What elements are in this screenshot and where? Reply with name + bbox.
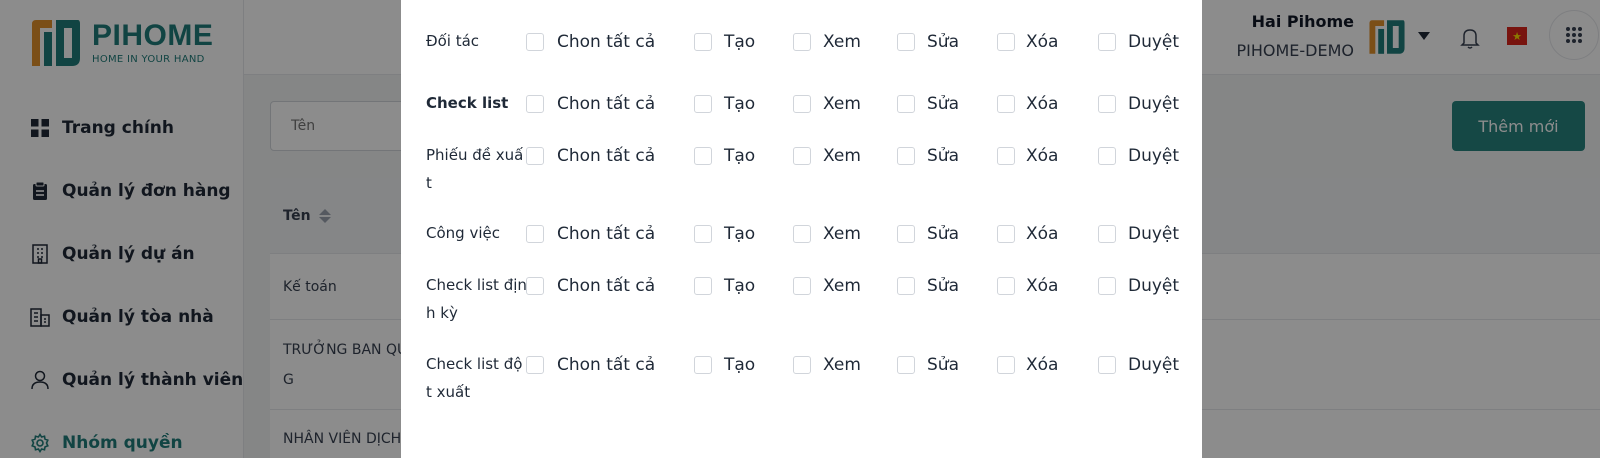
edit-checkbox[interactable] bbox=[897, 147, 915, 165]
approve-label: Duyệt bbox=[1128, 94, 1180, 114]
edit-label: Sửa bbox=[927, 276, 959, 296]
view-label: Xem bbox=[823, 94, 861, 114]
view-label: Xem bbox=[823, 276, 861, 296]
create-label: Tạo bbox=[724, 355, 756, 375]
edit-label: Sửa bbox=[927, 32, 959, 52]
edit-label: Sửa bbox=[927, 94, 959, 114]
select-all-label: Chon tất cả bbox=[557, 146, 656, 166]
view-checkbox[interactable] bbox=[793, 277, 811, 295]
create-checkbox[interactable] bbox=[694, 356, 712, 374]
edit-label: Sửa bbox=[927, 224, 959, 244]
delete-label: Xóa bbox=[1026, 146, 1059, 166]
delete-label: Xóa bbox=[1026, 224, 1059, 244]
select-all-checkbox[interactable] bbox=[526, 95, 544, 113]
delete-checkbox[interactable] bbox=[997, 277, 1015, 295]
view-checkbox[interactable] bbox=[793, 33, 811, 51]
select-all-checkbox[interactable] bbox=[526, 356, 544, 374]
delete-checkbox[interactable] bbox=[997, 225, 1015, 243]
approve-checkbox[interactable] bbox=[1098, 147, 1116, 165]
delete-checkbox[interactable] bbox=[997, 356, 1015, 374]
create-label: Tạo bbox=[724, 276, 756, 296]
create-checkbox[interactable] bbox=[694, 33, 712, 51]
approve-checkbox[interactable] bbox=[1098, 277, 1116, 295]
edit-checkbox[interactable] bbox=[897, 33, 915, 51]
edit-label: Sửa bbox=[927, 146, 959, 166]
create-label: Tạo bbox=[724, 32, 756, 52]
delete-label: Xóa bbox=[1026, 355, 1059, 375]
delete-label: Xóa bbox=[1026, 94, 1059, 114]
create-label: Tạo bbox=[724, 94, 756, 114]
create-label: Tạo bbox=[724, 224, 756, 244]
select-all-label: Chon tất cả bbox=[557, 355, 656, 375]
create-checkbox[interactable] bbox=[694, 277, 712, 295]
approve-checkbox[interactable] bbox=[1098, 95, 1116, 113]
select-all-checkbox[interactable] bbox=[526, 147, 544, 165]
permission-label: Check list định kỳ bbox=[426, 276, 527, 322]
edit-checkbox[interactable] bbox=[897, 225, 915, 243]
create-checkbox[interactable] bbox=[694, 225, 712, 243]
select-all-checkbox[interactable] bbox=[526, 225, 544, 243]
approve-checkbox[interactable] bbox=[1098, 33, 1116, 51]
select-all-checkbox[interactable] bbox=[526, 277, 544, 295]
select-all-label: Chon tất cả bbox=[557, 224, 656, 244]
edit-checkbox[interactable] bbox=[897, 95, 915, 113]
approve-label: Duyệt bbox=[1128, 276, 1180, 296]
select-all-label: Chon tất cả bbox=[557, 32, 656, 52]
permission-modal: Đối tác Chon tất cả Tạo Xem Sửa Xóa Duyệ… bbox=[401, 0, 1202, 458]
permission-label: Phiếu đề xuất bbox=[426, 146, 524, 192]
view-label: Xem bbox=[823, 146, 861, 166]
permission-label: Check list bbox=[426, 94, 509, 112]
view-label: Xem bbox=[823, 32, 861, 52]
delete-checkbox[interactable] bbox=[997, 33, 1015, 51]
delete-checkbox[interactable] bbox=[997, 147, 1015, 165]
view-checkbox[interactable] bbox=[793, 225, 811, 243]
permission-label: Công việc bbox=[426, 224, 500, 242]
delete-label: Xóa bbox=[1026, 276, 1059, 296]
create-checkbox[interactable] bbox=[694, 95, 712, 113]
approve-checkbox[interactable] bbox=[1098, 225, 1116, 243]
edit-label: Sửa bbox=[927, 355, 959, 375]
view-checkbox[interactable] bbox=[793, 356, 811, 374]
select-all-label: Chon tất cả bbox=[557, 276, 656, 296]
delete-checkbox[interactable] bbox=[997, 95, 1015, 113]
select-all-label: Chon tất cả bbox=[557, 94, 656, 114]
permission-label: Check list đột xuất bbox=[426, 355, 523, 401]
approve-label: Duyệt bbox=[1128, 32, 1180, 52]
permission-label: Đối tác bbox=[426, 32, 480, 50]
approve-label: Duyệt bbox=[1128, 355, 1180, 375]
edit-checkbox[interactable] bbox=[897, 356, 915, 374]
create-label: Tạo bbox=[724, 146, 756, 166]
view-checkbox[interactable] bbox=[793, 147, 811, 165]
approve-label: Duyệt bbox=[1128, 224, 1180, 244]
select-all-checkbox[interactable] bbox=[526, 33, 544, 51]
edit-checkbox[interactable] bbox=[897, 277, 915, 295]
create-checkbox[interactable] bbox=[694, 147, 712, 165]
approve-checkbox[interactable] bbox=[1098, 356, 1116, 374]
view-checkbox[interactable] bbox=[793, 95, 811, 113]
delete-label: Xóa bbox=[1026, 32, 1059, 52]
view-label: Xem bbox=[823, 224, 861, 244]
approve-label: Duyệt bbox=[1128, 146, 1180, 166]
view-label: Xem bbox=[823, 355, 861, 375]
